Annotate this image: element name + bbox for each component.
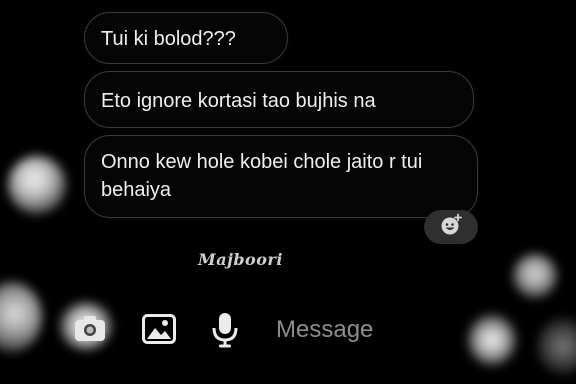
bokeh-light <box>0 282 42 352</box>
microphone-icon[interactable] <box>208 310 242 350</box>
message-text: Eto ignore kortasi tao bujhis na <box>101 90 376 112</box>
bokeh-light <box>8 156 66 214</box>
gallery-icon[interactable] <box>140 312 178 346</box>
message-bubble[interactable]: Tui ki bolod??? <box>84 12 288 64</box>
bokeh-light <box>538 318 576 374</box>
message-text: Tui ki bolod??? <box>101 28 236 50</box>
add-emoji-reaction-icon <box>439 213 463 242</box>
bokeh-light <box>468 314 516 366</box>
bokeh-light <box>513 254 557 298</box>
camera-icon[interactable] <box>70 308 110 348</box>
message-bubble[interactable]: Onno kew hole kobei chole jaito r tui be… <box>84 135 478 218</box>
message-input[interactable]: Message <box>276 316 373 344</box>
message-text: Onno kew hole kobei chole jaito r tui be… <box>101 151 423 201</box>
message-bubble[interactable]: Eto ignore kortasi tao bujhis na <box>84 71 474 128</box>
caption-text: Majboori <box>198 250 283 269</box>
add-reaction-button[interactable] <box>424 210 478 244</box>
